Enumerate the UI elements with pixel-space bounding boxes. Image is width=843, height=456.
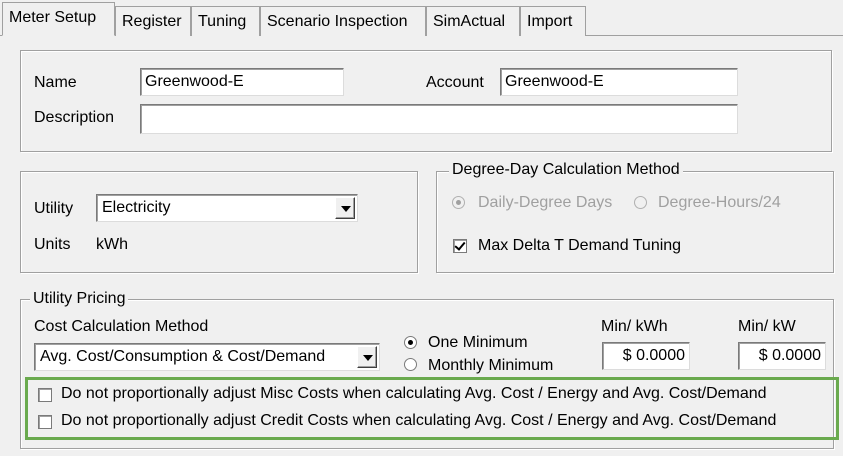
units-label: Units xyxy=(34,236,71,253)
utility-select[interactable]: Electricity xyxy=(96,194,358,222)
min-kwh-label: Min/ kWh xyxy=(601,318,668,335)
account-label: Account xyxy=(426,74,484,91)
tab-register[interactable]: Register xyxy=(115,6,191,36)
tab-label: Register xyxy=(122,13,182,30)
max-delta-t-label: Max Delta T Demand Tuning xyxy=(478,237,682,254)
tab-label: Import xyxy=(527,13,573,30)
min-kwh-field[interactable]: $ 0.0000 xyxy=(602,342,690,370)
monthly-minimum-radio[interactable] xyxy=(404,358,417,371)
daily-degree-days-label: Daily-Degree Days xyxy=(478,194,613,211)
tab-simactual[interactable]: SimActual xyxy=(426,6,520,36)
cost-method-select[interactable]: Avg. Cost/Consumption & Cost/Demand xyxy=(34,343,380,371)
monthly-minimum-label: Monthly Minimum xyxy=(428,357,554,374)
tab-scenario-inspection[interactable]: Scenario Inspection xyxy=(260,6,426,36)
utility-group xyxy=(20,171,418,273)
max-delta-t-checkbox[interactable] xyxy=(453,239,467,253)
daily-degree-days-radio[interactable] xyxy=(452,196,465,209)
chevron-down-icon[interactable] xyxy=(335,197,355,219)
credit-costs-checkbox[interactable] xyxy=(38,415,52,429)
min-kw-field[interactable]: $ 0.0000 xyxy=(738,342,826,370)
cost-method-select-value: Avg. Cost/Consumption & Cost/Demand xyxy=(40,348,326,365)
tab-label: SimActual xyxy=(433,13,506,30)
tab-import[interactable]: Import xyxy=(520,6,586,36)
tab-tuning[interactable]: Tuning xyxy=(191,6,260,36)
credit-costs-label: Do not proportionally adjust Credit Cost… xyxy=(61,412,777,429)
degree-day-group xyxy=(436,171,834,273)
name-label: Name xyxy=(34,74,77,91)
tab-label: Meter Setup xyxy=(9,9,97,26)
utility-pricing-legend: Utility Pricing xyxy=(30,290,129,308)
utility-select-value: Electricity xyxy=(102,199,171,216)
units-value: kWh xyxy=(96,236,128,253)
name-field[interactable]: Greenwood-E xyxy=(140,68,344,96)
description-field[interactable] xyxy=(140,104,738,134)
misc-costs-label: Do not proportionally adjust Misc Costs … xyxy=(61,385,767,402)
misc-costs-checkbox[interactable] xyxy=(38,388,52,402)
degree-hours-radio[interactable] xyxy=(634,196,647,209)
account-field[interactable]: Greenwood-E xyxy=(500,68,738,96)
tab-label: Scenario Inspection xyxy=(267,13,408,30)
chevron-down-icon[interactable] xyxy=(357,346,377,368)
description-label: Description xyxy=(34,109,115,126)
utility-label: Utility xyxy=(34,200,74,217)
degree-day-legend: Degree-Day Calculation Method xyxy=(449,161,683,179)
min-kw-label: Min/ kW xyxy=(738,318,796,335)
cost-method-label: Cost Calculation Method xyxy=(34,318,209,335)
tab-label: Tuning xyxy=(198,13,247,30)
meter-info-group xyxy=(20,50,832,152)
tab-meter-setup[interactable]: Meter Setup xyxy=(2,2,115,36)
degree-hours-label: Degree-Hours/24 xyxy=(658,194,781,211)
one-minimum-radio[interactable] xyxy=(404,336,417,349)
one-minimum-label: One Minimum xyxy=(428,334,528,351)
